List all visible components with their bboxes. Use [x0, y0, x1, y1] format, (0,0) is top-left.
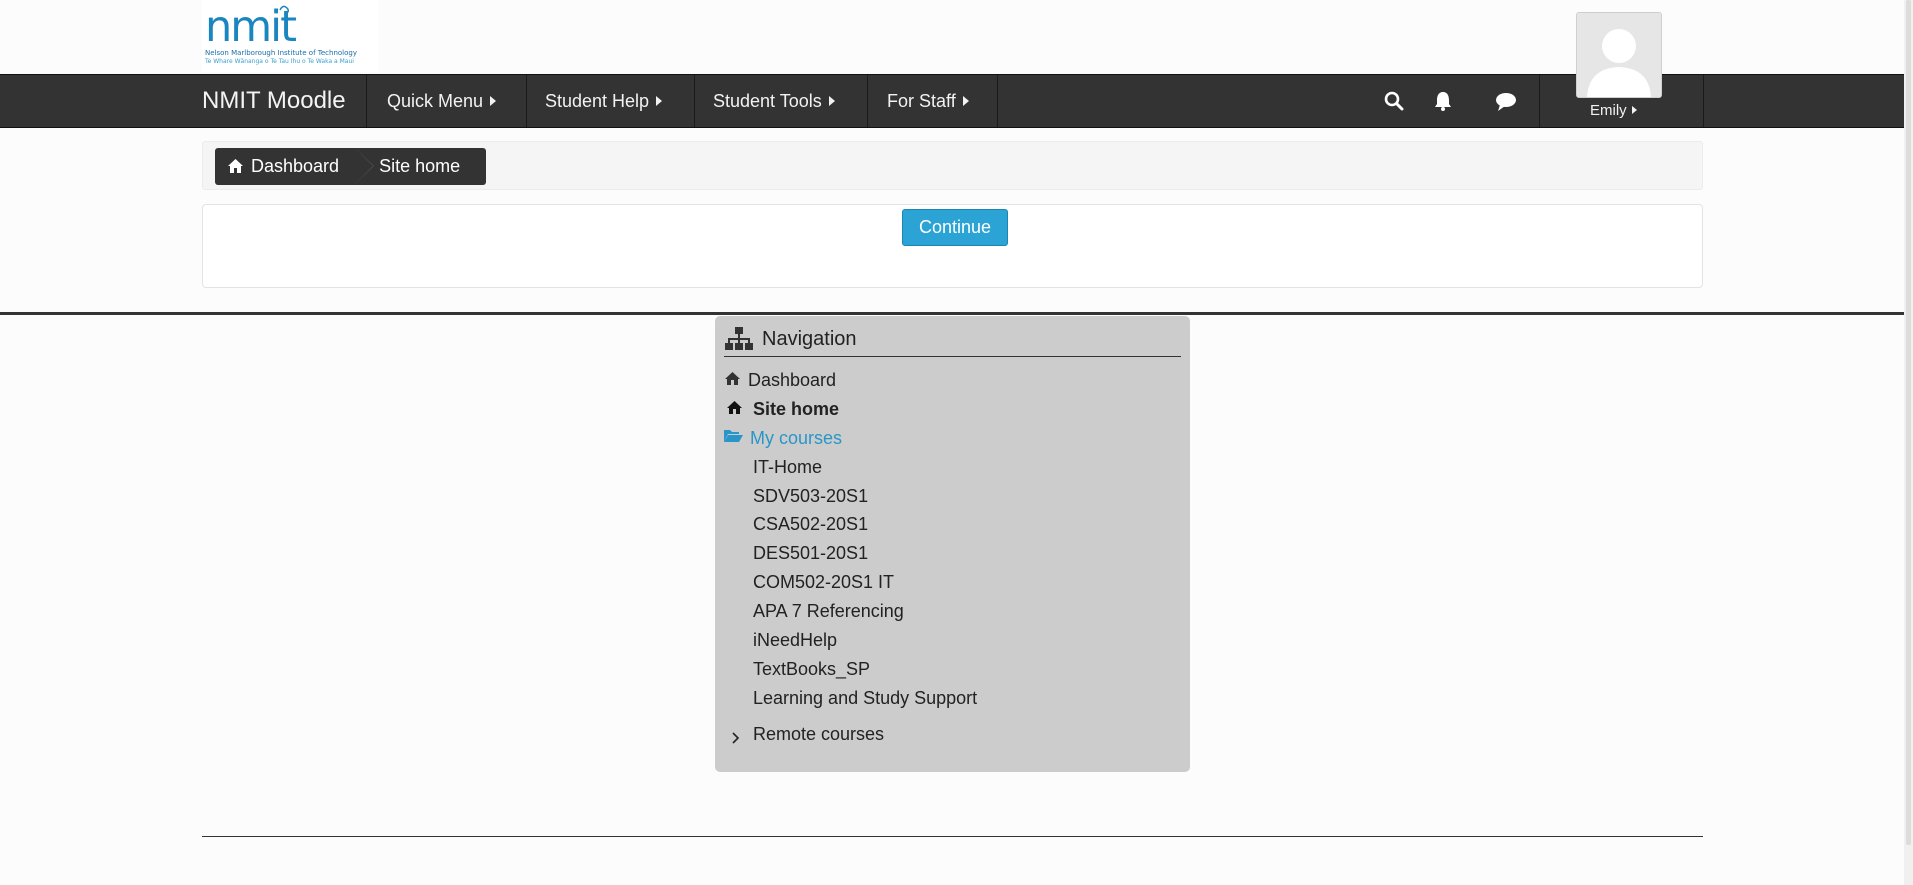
continue-panel: Continue — [202, 204, 1703, 288]
breadcrumb-dashboard-label: Dashboard — [251, 156, 340, 176]
navigation-block: Navigation Dashboard Site home My course… — [715, 316, 1190, 772]
nav-dashboard-link[interactable]: Dashboard — [748, 369, 836, 391]
sitemap-icon — [724, 326, 754, 356]
nav-course-link[interactable]: CSA502-20S1 — [753, 513, 868, 535]
nav-site-home[interactable]: Site home — [753, 398, 839, 420]
logo-tagline-maori: Te Whare Wānanga o Te Tau Ihu o Te Waka … — [205, 58, 354, 65]
nav-course-link[interactable]: SDV503-20S1 — [753, 485, 868, 507]
navbar-divider — [867, 75, 868, 127]
bell-icon[interactable] — [1431, 89, 1455, 113]
breadcrumb-site-home[interactable]: Site home — [355, 148, 487, 185]
home-icon — [227, 150, 244, 187]
nav-my-courses-link[interactable]: My courses — [750, 427, 842, 449]
chat-icon[interactable] — [1494, 89, 1518, 113]
logo-word: nmit — [205, 2, 297, 52]
content-divider — [0, 312, 1904, 315]
navigation-block-title: Navigation — [762, 328, 857, 350]
user-menu[interactable]: Emily — [1590, 102, 1646, 119]
user-silhouette-icon — [1577, 13, 1661, 97]
menu-student-tools-label: Student Tools — [713, 91, 822, 111]
home-icon — [726, 400, 743, 419]
user-name: Emily — [1590, 102, 1627, 119]
nav-course-link[interactable]: COM502-20S1 IT — [753, 571, 894, 593]
avatar[interactable] — [1576, 12, 1662, 98]
caret-right-icon — [490, 96, 497, 106]
menu-student-tools[interactable]: Student Tools — [713, 75, 835, 127]
caret-right-icon — [1631, 106, 1637, 114]
scrollbar-thumb[interactable] — [1906, 0, 1911, 845]
folder-open-icon — [723, 428, 744, 447]
nav-remote-courses[interactable]: Remote courses — [753, 723, 884, 745]
breadcrumb: Dashboard Site home — [202, 141, 1703, 190]
caret-right-icon — [962, 96, 969, 106]
menu-quick-menu-label: Quick Menu — [387, 91, 484, 111]
menu-quick-menu[interactable]: Quick Menu — [387, 75, 497, 127]
navbar-divider — [694, 75, 695, 127]
caret-right-icon — [656, 96, 663, 106]
menu-for-staff[interactable]: For Staff — [887, 75, 969, 127]
chevron-right-icon[interactable] — [731, 729, 741, 748]
caret-right-icon — [828, 96, 835, 106]
brand-link[interactable]: NMIT Moodle — [202, 75, 346, 127]
menu-for-staff-label: For Staff — [887, 91, 956, 111]
navbar-divider — [997, 75, 998, 127]
nav-course-link[interactable]: TextBooks_SP — [753, 658, 870, 680]
nav-course-link[interactable]: APA 7 Referencing — [753, 600, 904, 622]
navbar-divider — [366, 75, 367, 127]
breadcrumb-dashboard[interactable]: Dashboard — [215, 148, 375, 187]
continue-button[interactable]: Continue — [902, 209, 1008, 246]
navbar-divider — [1703, 75, 1704, 127]
search-icon[interactable] — [1382, 89, 1406, 113]
nmit-logo[interactable]: nmit Nelson Marlborough Institute of Tec… — [202, 0, 378, 72]
logo-tagline: Nelson Marlborough Institute of Technolo… — [205, 49, 357, 57]
menu-student-help-label: Student Help — [545, 91, 650, 111]
navigation-block-header: Navigation — [724, 324, 1181, 357]
page-scrollbar[interactable] — [1904, 0, 1913, 885]
nav-course-link[interactable]: iNeedHelp — [753, 629, 837, 651]
nav-course-link[interactable]: IT-Home — [753, 456, 822, 478]
nav-course-link[interactable]: DES501-20S1 — [753, 542, 868, 564]
navbar-divider — [526, 75, 527, 127]
menu-student-help[interactable]: Student Help — [545, 75, 663, 127]
navbar-divider — [1539, 75, 1540, 127]
home-icon — [724, 371, 741, 390]
nav-course-link[interactable]: Learning and Study Support — [753, 687, 977, 709]
footer-divider — [202, 836, 1703, 837]
